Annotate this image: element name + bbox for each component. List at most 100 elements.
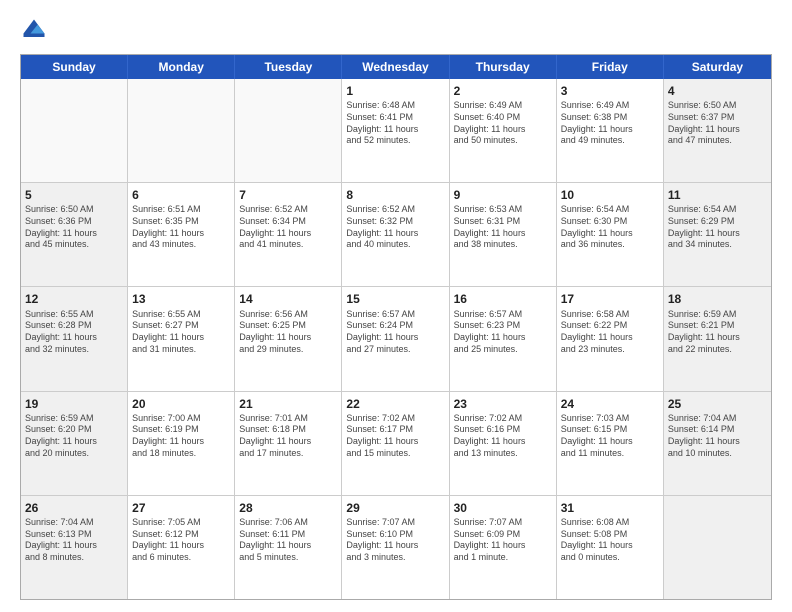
day-number: 5 — [25, 187, 123, 203]
calendar-cell-3-1: 20Sunrise: 7:00 AM Sunset: 6:19 PM Dayli… — [128, 392, 235, 495]
calendar-cell-0-4: 2Sunrise: 6:49 AM Sunset: 6:40 PM Daylig… — [450, 79, 557, 182]
cell-text: Sunrise: 6:52 AM Sunset: 6:32 PM Dayligh… — [346, 204, 444, 251]
cell-text: Sunrise: 6:54 AM Sunset: 6:30 PM Dayligh… — [561, 204, 659, 251]
weekday-header-saturday: Saturday — [664, 55, 771, 79]
cell-text: Sunrise: 6:48 AM Sunset: 6:41 PM Dayligh… — [346, 100, 444, 147]
weekday-header-tuesday: Tuesday — [235, 55, 342, 79]
day-number: 28 — [239, 500, 337, 516]
weekday-header-sunday: Sunday — [21, 55, 128, 79]
day-number: 23 — [454, 396, 552, 412]
day-number: 18 — [668, 291, 767, 307]
day-number: 24 — [561, 396, 659, 412]
day-number: 20 — [132, 396, 230, 412]
day-number: 29 — [346, 500, 444, 516]
cell-text: Sunrise: 6:59 AM Sunset: 6:21 PM Dayligh… — [668, 309, 767, 356]
calendar-body: 1Sunrise: 6:48 AM Sunset: 6:41 PM Daylig… — [21, 79, 771, 599]
calendar-cell-2-6: 18 Sunrise: 6:59 AM Sunset: 6:21 PM Dayli… — [664, 287, 771, 390]
calendar-cell-4-2: 28Sunrise: 7:06 AM Sunset: 6:11 PM Dayli… — [235, 496, 342, 599]
day-number: 1 — [346, 83, 444, 99]
calendar-cell-1-0: 5Sunrise: 6:50 AM Sunset: 6:36 PM Daylig… — [21, 183, 128, 286]
calendar-cell-4-6 — [664, 496, 771, 599]
calendar-cell-1-6: 11Sunrise: 6:54 AM Sunset: 6:29 PM Dayli… — [664, 183, 771, 286]
cell-text: Sunrise: 7:07 AM Sunset: 6:09 PM Dayligh… — [454, 517, 552, 564]
day-number: 16 — [454, 291, 552, 307]
page: SundayMondayTuesdayWednesdayThursdayFrid… — [0, 0, 792, 612]
cell-text: Sunrise: 6:58 AM Sunset: 6:22 PM Dayligh… — [561, 309, 659, 356]
calendar-header: SundayMondayTuesdayWednesdayThursdayFrid… — [21, 55, 771, 79]
day-number: 30 — [454, 500, 552, 516]
calendar-cell-3-5: 24Sunrise: 7:03 AM Sunset: 6:15 PM Dayli… — [557, 392, 664, 495]
day-number: 2 — [454, 83, 552, 99]
calendar-cell-2-0: 12 Sunrise: 6:55 AM Sunset: 6:28 PM Dayli… — [21, 287, 128, 390]
cell-text: Sunrise: 6:53 AM Sunset: 6:31 PM Dayligh… — [454, 204, 552, 251]
cell-text: Sunrise: 7:05 AM Sunset: 6:12 PM Dayligh… — [132, 517, 230, 564]
calendar-cell-3-2: 21Sunrise: 7:01 AM Sunset: 6:18 PM Dayli… — [235, 392, 342, 495]
cell-text: Sunrise: 6:08 AM Sunset: 5:08 PM Dayligh… — [561, 517, 659, 564]
cell-text: Sunrise: 6:55 AM Sunset: 6:28 PM Dayligh… — [25, 309, 123, 356]
calendar-cell-2-4: 16 Sunrise: 6:57 AM Sunset: 6:23 PM Dayli… — [450, 287, 557, 390]
weekday-header-friday: Friday — [557, 55, 664, 79]
calendar-cell-1-1: 6Sunrise: 6:51 AM Sunset: 6:35 PM Daylig… — [128, 183, 235, 286]
cell-text: Sunrise: 7:00 AM Sunset: 6:19 PM Dayligh… — [132, 413, 230, 460]
cell-text: Sunrise: 7:02 AM Sunset: 6:16 PM Dayligh… — [454, 413, 552, 460]
cell-text: Sunrise: 6:57 AM Sunset: 6:23 PM Dayligh… — [454, 309, 552, 356]
calendar-row-3: 19Sunrise: 6:59 AM Sunset: 6:20 PM Dayli… — [21, 392, 771, 496]
calendar-cell-1-2: 7Sunrise: 6:52 AM Sunset: 6:34 PM Daylig… — [235, 183, 342, 286]
calendar-cell-2-3: 15 Sunrise: 6:57 AM Sunset: 6:24 PM Dayli… — [342, 287, 449, 390]
calendar-cell-0-6: 4Sunrise: 6:50 AM Sunset: 6:37 PM Daylig… — [664, 79, 771, 182]
day-number: 26 — [25, 500, 123, 516]
calendar-cell-0-1 — [128, 79, 235, 182]
day-number: 10 — [561, 187, 659, 203]
logo-icon — [20, 16, 48, 44]
calendar-cell-4-1: 27Sunrise: 7:05 AM Sunset: 6:12 PM Dayli… — [128, 496, 235, 599]
cell-text: Sunrise: 6:59 AM Sunset: 6:20 PM Dayligh… — [25, 413, 123, 460]
calendar-cell-4-3: 29Sunrise: 7:07 AM Sunset: 6:10 PM Dayli… — [342, 496, 449, 599]
calendar-cell-1-5: 10Sunrise: 6:54 AM Sunset: 6:30 PM Dayli… — [557, 183, 664, 286]
calendar-cell-1-3: 8Sunrise: 6:52 AM Sunset: 6:32 PM Daylig… — [342, 183, 449, 286]
cell-text: Sunrise: 7:03 AM Sunset: 6:15 PM Dayligh… — [561, 413, 659, 460]
cell-text: Sunrise: 6:56 AM Sunset: 6:25 PM Dayligh… — [239, 309, 337, 356]
calendar-cell-3-6: 25Sunrise: 7:04 AM Sunset: 6:14 PM Dayli… — [664, 392, 771, 495]
cell-text: Sunrise: 7:04 AM Sunset: 6:14 PM Dayligh… — [668, 413, 767, 460]
calendar-row-1: 5Sunrise: 6:50 AM Sunset: 6:36 PM Daylig… — [21, 183, 771, 287]
calendar-cell-0-0 — [21, 79, 128, 182]
day-number: 17 — [561, 291, 659, 307]
day-number: 13 — [132, 291, 230, 307]
calendar-cell-2-5: 17 Sunrise: 6:58 AM Sunset: 6:22 PM Dayli… — [557, 287, 664, 390]
day-number: 27 — [132, 500, 230, 516]
logo — [20, 16, 52, 44]
cell-text: Sunrise: 7:07 AM Sunset: 6:10 PM Dayligh… — [346, 517, 444, 564]
calendar-cell-4-0: 26Sunrise: 7:04 AM Sunset: 6:13 PM Dayli… — [21, 496, 128, 599]
weekday-header-thursday: Thursday — [450, 55, 557, 79]
calendar-cell-3-0: 19Sunrise: 6:59 AM Sunset: 6:20 PM Dayli… — [21, 392, 128, 495]
day-number: 14 — [239, 291, 337, 307]
calendar-cell-3-3: 22Sunrise: 7:02 AM Sunset: 6:17 PM Dayli… — [342, 392, 449, 495]
header — [20, 16, 772, 44]
calendar-cell-0-5: 3Sunrise: 6:49 AM Sunset: 6:38 PM Daylig… — [557, 79, 664, 182]
calendar-cell-4-4: 30Sunrise: 7:07 AM Sunset: 6:09 PM Dayli… — [450, 496, 557, 599]
day-number: 12 — [25, 291, 123, 307]
cell-text: Sunrise: 7:02 AM Sunset: 6:17 PM Dayligh… — [346, 413, 444, 460]
calendar-cell-0-3: 1Sunrise: 6:48 AM Sunset: 6:41 PM Daylig… — [342, 79, 449, 182]
day-number: 25 — [668, 396, 767, 412]
cell-text: Sunrise: 6:55 AM Sunset: 6:27 PM Dayligh… — [132, 309, 230, 356]
cell-text: Sunrise: 6:51 AM Sunset: 6:35 PM Dayligh… — [132, 204, 230, 251]
weekday-header-monday: Monday — [128, 55, 235, 79]
calendar-row-4: 26Sunrise: 7:04 AM Sunset: 6:13 PM Dayli… — [21, 496, 771, 599]
cell-text: Sunrise: 6:50 AM Sunset: 6:37 PM Dayligh… — [668, 100, 767, 147]
cell-text: Sunrise: 6:52 AM Sunset: 6:34 PM Dayligh… — [239, 204, 337, 251]
calendar-row-2: 12 Sunrise: 6:55 AM Sunset: 6:28 PM Dayli… — [21, 287, 771, 391]
day-number: 15 — [346, 291, 444, 307]
day-number: 11 — [668, 187, 767, 203]
calendar-cell-1-4: 9Sunrise: 6:53 AM Sunset: 6:31 PM Daylig… — [450, 183, 557, 286]
calendar-cell-4-5: 31Sunrise: 6:08 AM Sunset: 5:08 PM Dayli… — [557, 496, 664, 599]
day-number: 31 — [561, 500, 659, 516]
calendar-cell-0-2 — [235, 79, 342, 182]
day-number: 4 — [668, 83, 767, 99]
cell-text: Sunrise: 6:49 AM Sunset: 6:40 PM Dayligh… — [454, 100, 552, 147]
day-number: 19 — [25, 396, 123, 412]
weekday-header-wednesday: Wednesday — [342, 55, 449, 79]
cell-text: Sunrise: 6:57 AM Sunset: 6:24 PM Dayligh… — [346, 309, 444, 356]
cell-text: Sunrise: 7:04 AM Sunset: 6:13 PM Dayligh… — [25, 517, 123, 564]
day-number: 8 — [346, 187, 444, 203]
